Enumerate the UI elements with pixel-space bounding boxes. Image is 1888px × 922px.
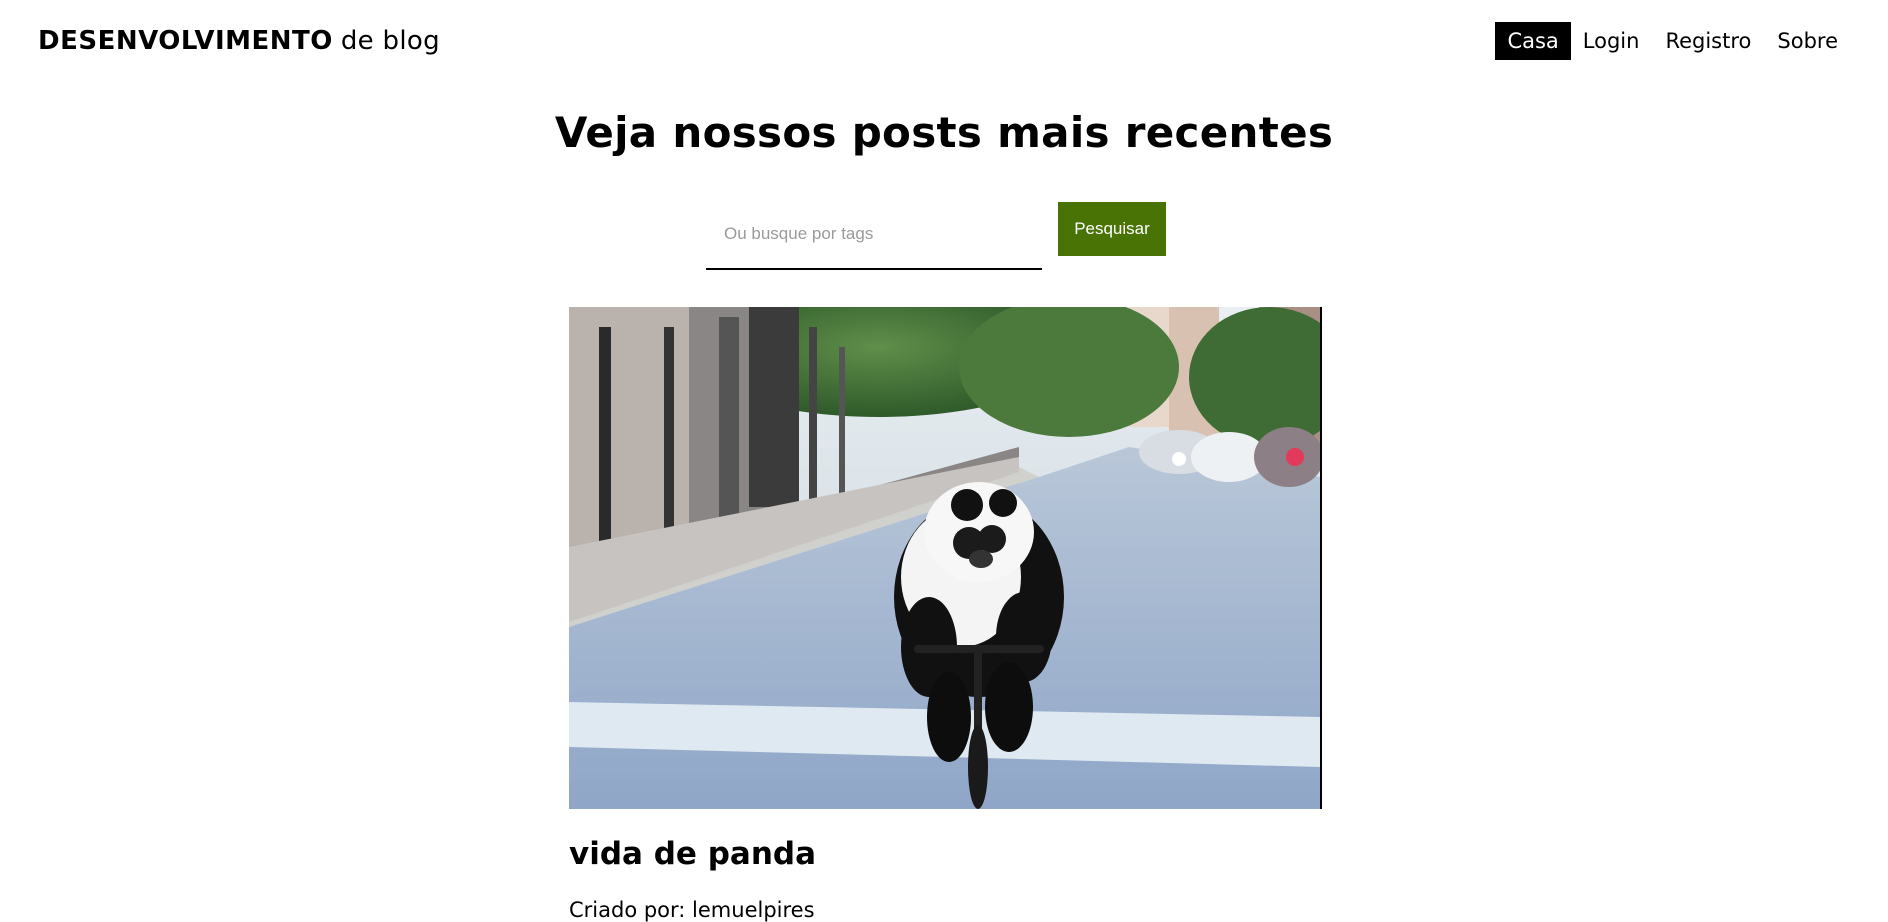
panda-bicycle-image (569, 307, 1320, 809)
nav-link-registro[interactable]: Registro (1653, 22, 1763, 60)
nav-link-login[interactable]: Login (1571, 22, 1652, 60)
post-title[interactable]: vida de panda (569, 836, 816, 872)
nav-link-casa[interactable]: Casa (1495, 22, 1571, 60)
brand-bold: DESENVOLVIMENTO (38, 26, 333, 56)
post-author: Criado por: lemuelpires (569, 898, 815, 922)
navbar: DESENVOLVIMENTO de blog Casa Login Regist… (0, 0, 1888, 82)
nav-link-sobre[interactable]: Sobre (1765, 22, 1850, 60)
brand-logo[interactable]: DESENVOLVIMENTO de blog (38, 26, 440, 56)
nav-links: Casa Login Registro Sobre (1495, 22, 1850, 60)
search-form: Pesquisar (706, 200, 1166, 272)
tag-search-input[interactable] (706, 200, 1042, 270)
post-image[interactable] (569, 307, 1322, 809)
brand-light: de blog (340, 26, 440, 56)
page-title: Veja nossos posts mais recentes (554, 108, 1334, 157)
search-button[interactable]: Pesquisar (1058, 202, 1166, 256)
